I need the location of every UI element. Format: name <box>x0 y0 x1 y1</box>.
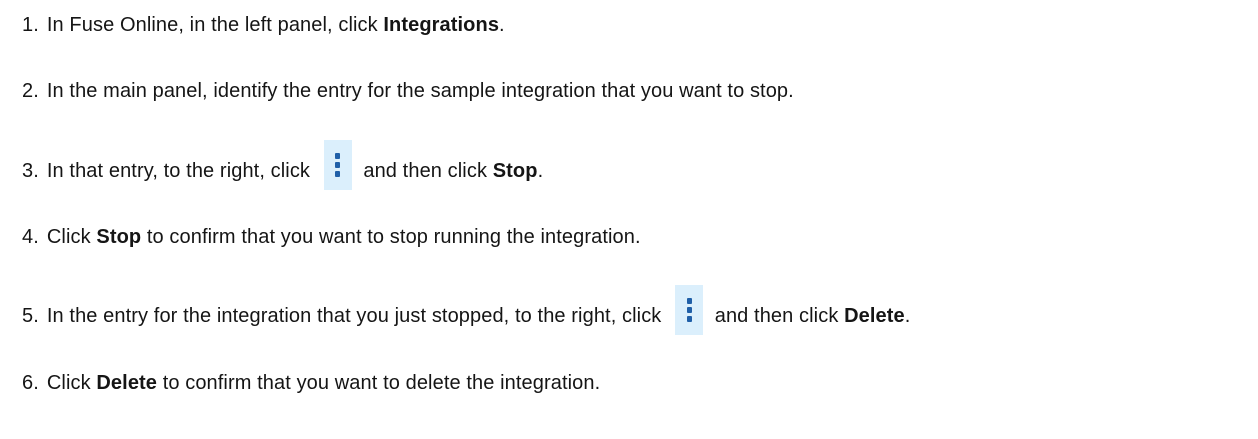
step-1: 1. In Fuse Online, in the left panel, cl… <box>22 10 505 40</box>
step-text: In the entry for the integration that yo… <box>46 304 668 327</box>
step-emphasis: Delete <box>96 371 158 394</box>
step-text: Click <box>46 225 97 248</box>
step-number: 4. <box>22 225 39 248</box>
step-text: Click <box>46 371 97 394</box>
step-number: 6. <box>22 371 39 394</box>
step-emphasis: Stop <box>492 159 538 182</box>
step-text: . <box>904 304 911 327</box>
step-emphasis: Stop <box>96 225 142 248</box>
step-text: In that entry, to the right, click <box>46 159 316 182</box>
step-text: and then click <box>709 304 845 327</box>
step-number: 5. <box>22 304 39 327</box>
step-4: 4. Click Stop to confirm that you want t… <box>22 222 641 252</box>
step-number: 3. <box>22 159 39 182</box>
step-text: In Fuse Online, in the left panel, click <box>46 13 384 36</box>
step-emphasis: Delete <box>844 304 905 327</box>
step-3: 3. In that entry, to the right, click an… <box>22 140 544 190</box>
step-number: 1. <box>22 13 39 36</box>
step-text: . <box>499 13 505 36</box>
step-text: to confirm that you want to delete the i… <box>157 371 601 394</box>
kebab-menu-icon <box>323 140 352 190</box>
step-number: 2. <box>22 79 39 102</box>
step-text: . <box>537 159 544 182</box>
step-2: 2. In the main panel, identify the entry… <box>22 76 794 106</box>
kebab-menu-icon <box>675 285 704 335</box>
step-text: to confirm that you want to stop running… <box>141 225 641 248</box>
step-emphasis: Integrations <box>383 13 500 36</box>
step-text: In the main panel, identify the entry fo… <box>46 79 794 102</box>
step-5: 5. In the entry for the integration that… <box>22 285 911 335</box>
step-text: and then click <box>357 159 493 182</box>
step-6: 6. Click Delete to confirm that you want… <box>22 368 600 398</box>
